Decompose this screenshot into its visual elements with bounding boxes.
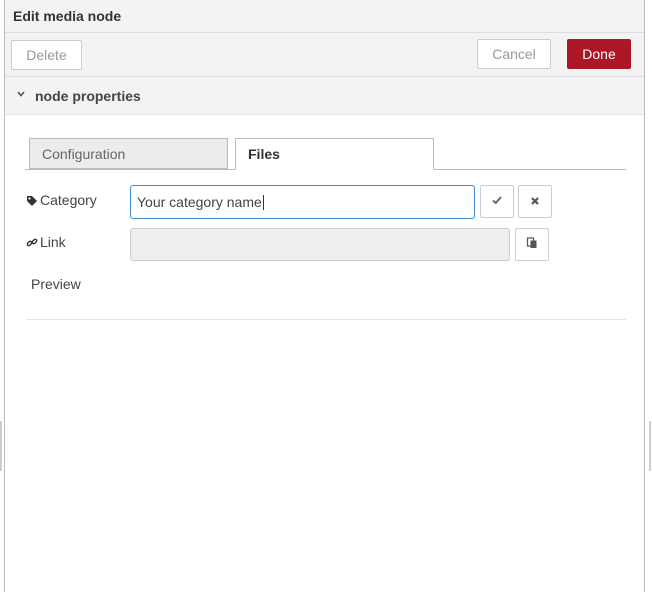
link-icon (26, 236, 38, 248)
tray-header: Edit media node (5, 0, 644, 33)
link-label-text: Link (40, 234, 66, 250)
cancel-button[interactable]: Cancel (477, 39, 551, 69)
edit-tray: Edit media node Delete Cancel Done node … (4, 0, 645, 592)
delete-button[interactable]: Delete (11, 40, 82, 70)
tab-label: Configuration (42, 145, 126, 162)
clear-button[interactable] (518, 185, 552, 218)
resize-handle-left[interactable] (0, 421, 2, 471)
link-input (130, 228, 510, 261)
close-icon (530, 195, 540, 209)
section-divider (26, 319, 626, 320)
confirm-button[interactable] (480, 185, 514, 218)
category-input-value: Your category name (137, 194, 262, 210)
done-button[interactable]: Done (567, 39, 631, 69)
link-label: Link (26, 234, 66, 250)
resize-handle-right[interactable] (649, 421, 651, 471)
category-label: Category (26, 192, 97, 208)
tray-title: Edit media node (13, 8, 122, 24)
copy-icon (526, 237, 538, 252)
tab-configuration[interactable]: Configuration (29, 138, 228, 169)
tag-icon (26, 194, 38, 206)
category-label-text: Category (40, 192, 97, 208)
tab-bar: Configuration Files (25, 138, 626, 170)
tab-files[interactable]: Files (235, 138, 434, 170)
section-label: node properties (35, 88, 141, 104)
preview-label: Preview (31, 276, 81, 292)
tray-toolbar: Delete Cancel Done (5, 33, 644, 77)
node-properties-section[interactable]: node properties (5, 77, 644, 115)
text-caret (262, 194, 264, 210)
chevron-down-icon (16, 89, 28, 101)
copy-button[interactable] (515, 228, 549, 261)
check-icon (491, 194, 503, 209)
tab-label: Files (248, 146, 280, 162)
category-input[interactable]: Your category name (130, 185, 475, 219)
